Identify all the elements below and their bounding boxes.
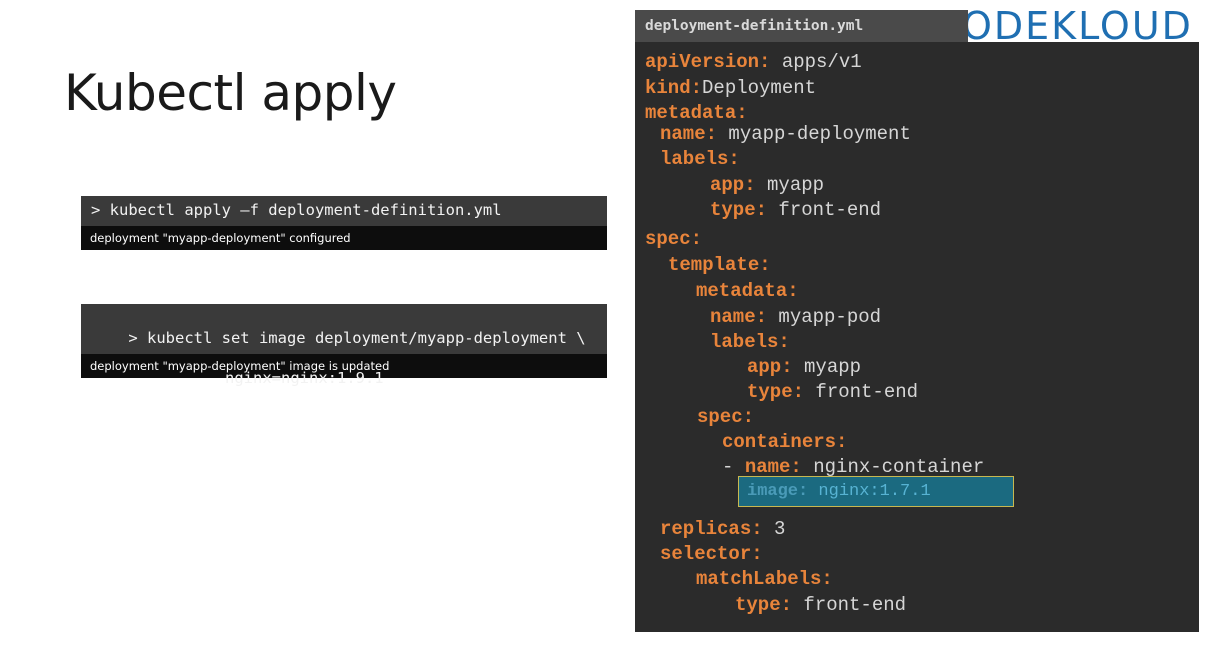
yaml-line-matchlabels: matchLabels: (696, 568, 833, 590)
yaml-line-spec: spec: (645, 228, 703, 250)
yaml-line-pod-spec: spec: (697, 406, 755, 428)
yaml-line-template: template: (668, 254, 771, 276)
yaml-line-pod-name: name: myapp-pod (710, 306, 882, 328)
yaml-line-apiversion: apiVersion: apps/v1 (645, 51, 862, 73)
highlighted-image-line: image: nginx:1.7.1 (738, 476, 1014, 507)
file-tab: deployment-definition.yml (635, 10, 968, 42)
yaml-line-selector: selector: (660, 543, 763, 565)
yaml-line-containers: containers: (722, 431, 848, 453)
yaml-line-pod-labels: labels: (710, 331, 790, 353)
yaml-line-pod-label-app: app: myapp (747, 356, 862, 378)
terminal-apply: > kubectl apply –f deployment-definition… (81, 196, 607, 250)
slide-title: Kubectl apply (64, 64, 397, 122)
yaml-line-kind: kind:Deployment (645, 77, 817, 99)
yaml-line-metadata-name: name: myapp-deployment (660, 123, 911, 145)
yaml-line-container-image: image: nginx:1.7.1 (747, 482, 931, 501)
yaml-line-label-type: type: front-end (710, 199, 882, 221)
terminal-set-image: > kubectl set image deployment/myapp-dep… (81, 304, 607, 387)
yaml-line-pod-label-type: type: front-end (747, 381, 919, 403)
terminal-output: deployment "myapp-deployment" configured (81, 226, 607, 250)
terminal-command: > kubectl apply –f deployment-definition… (81, 196, 607, 226)
terminal-command-line-1: > kubectl set image deployment/myapp-dep… (128, 329, 586, 347)
yaml-line-selector-type: type: front-end (735, 594, 907, 616)
yaml-line-template-metadata: metadata: (696, 280, 799, 302)
yaml-line-label-app: app: myapp (710, 174, 825, 196)
yaml-line-replicas: replicas: 3 (660, 518, 786, 540)
yaml-line-metadata-labels: labels: (660, 148, 740, 170)
terminal-command: > kubectl set image deployment/myapp-dep… (81, 304, 607, 387)
